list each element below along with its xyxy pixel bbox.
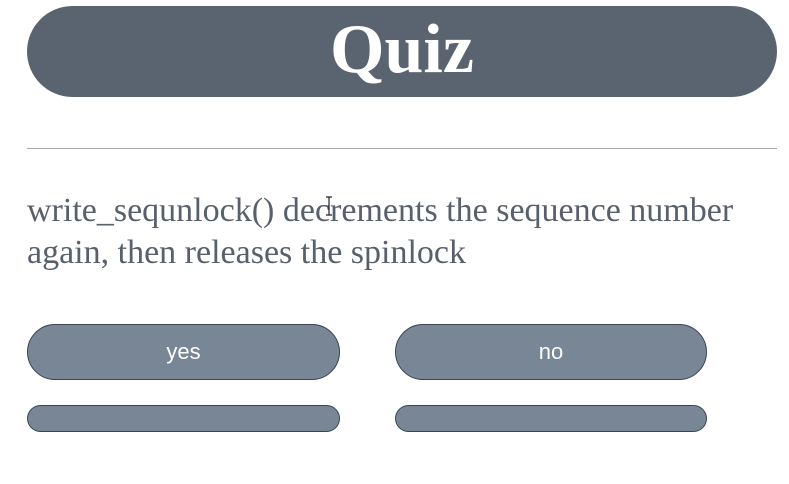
answer-bar-right[interactable] xyxy=(395,405,707,432)
quiz-title-bar: Quiz xyxy=(27,6,777,97)
yes-button[interactable]: yes xyxy=(27,324,340,380)
no-button[interactable]: no xyxy=(395,324,707,380)
text-cursor-icon xyxy=(326,196,332,216)
answer-bar-left[interactable] xyxy=(27,405,340,432)
page-title: Quiz xyxy=(330,10,474,88)
question-text: write_sequnlock() decrements the sequenc… xyxy=(27,192,734,271)
divider xyxy=(27,148,777,149)
